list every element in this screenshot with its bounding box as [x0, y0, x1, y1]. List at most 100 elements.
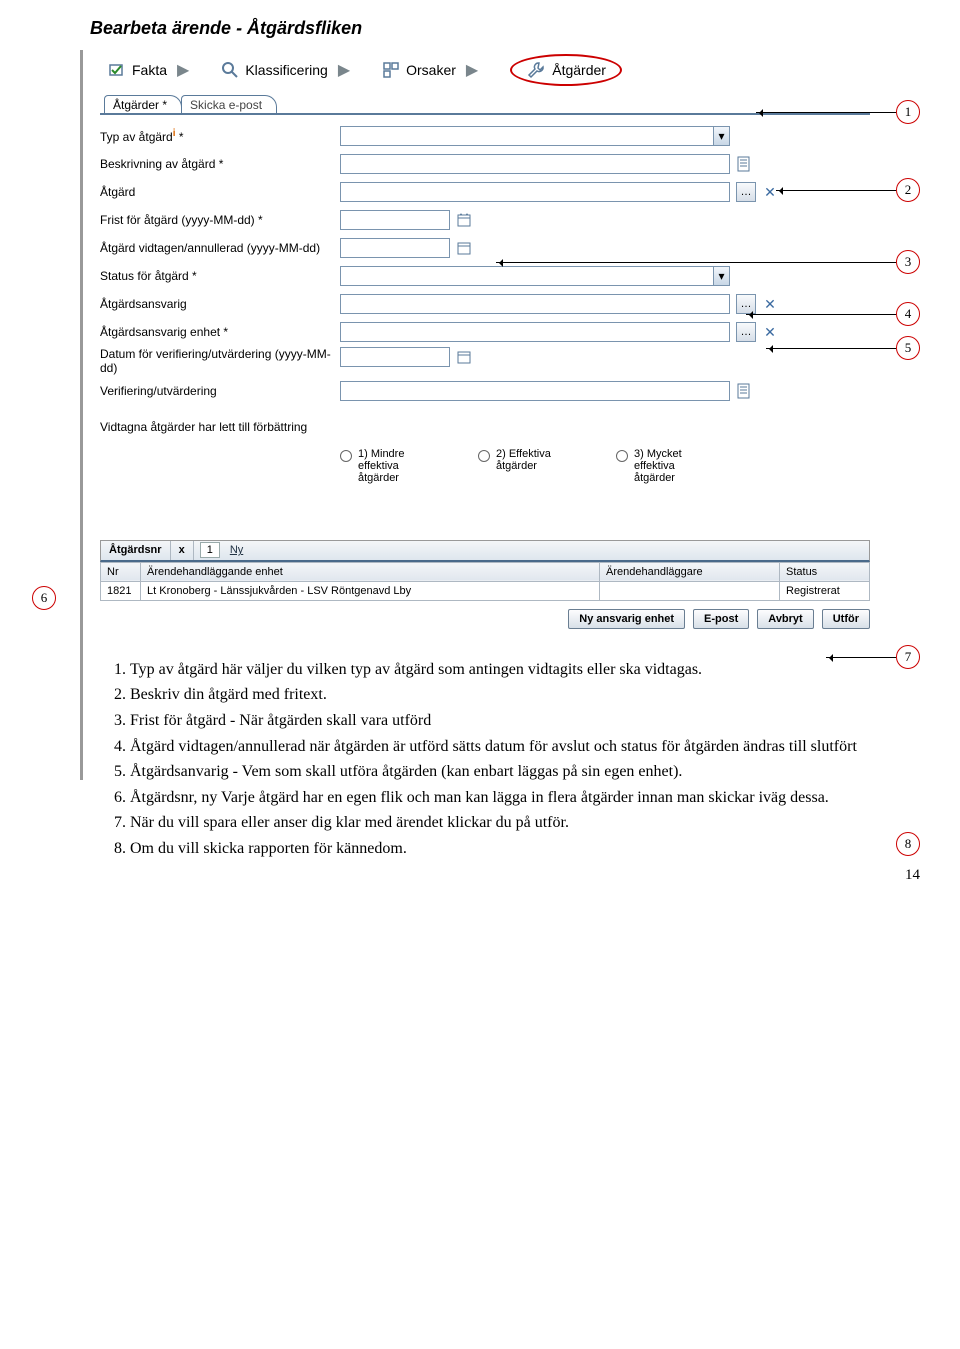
chevron-right-icon: ▶: [338, 60, 350, 80]
th-enhet[interactable]: Ärendehandläggande enhet: [141, 562, 600, 581]
note-icon[interactable]: [736, 383, 752, 399]
instruction-8: Om du vill skicka rapporten för kännedom…: [130, 838, 924, 860]
instruction-4: Åtgärd vidtagen/annullerad när åtgärden …: [130, 736, 924, 758]
label-typ: Typ av åtgärdi *: [100, 128, 340, 144]
ansvarig-input[interactable]: [340, 294, 730, 314]
td-status: Registrerat: [780, 581, 870, 600]
subtab-atgarder[interactable]: Åtgärder *: [104, 95, 182, 113]
screenshot-area: Fakta ▶ Klassificering ▶ Orsaker ▶ Åtgär…: [100, 49, 870, 629]
tab-orsaker[interactable]: Orsaker ▶: [382, 60, 482, 80]
arrow-4: [746, 314, 896, 315]
tab-orsaker-label: Orsaker: [406, 62, 456, 78]
ny-link[interactable]: Ny: [230, 544, 243, 556]
tab-atgarder-label: Åtgärder: [552, 62, 606, 78]
top-tab-row: Fakta ▶ Klassificering ▶ Orsaker ▶ Åtgär…: [100, 49, 870, 91]
radio-3[interactable]: 3) Mycket effektiva åtgärder: [616, 448, 704, 484]
calendar-icon[interactable]: [456, 212, 472, 228]
left-border: [80, 50, 83, 780]
close-tab-button[interactable]: x: [171, 541, 194, 560]
chevron-down-icon: ▾: [713, 127, 729, 145]
atgardsnr-bar: Åtgärdsnr x 1 Ny: [100, 540, 870, 562]
td-enhet: Lt Kronoberg - Länssjukvården - LSV Rönt…: [141, 581, 600, 600]
page-number: 14: [905, 867, 920, 884]
label-status: Status för åtgärd *: [100, 269, 340, 283]
utfor-button[interactable]: Utför: [822, 609, 870, 629]
td-nr: 1821: [101, 581, 141, 600]
avbryt-button[interactable]: Avbryt: [757, 609, 813, 629]
case-table: Nr Ärendehandläggande enhet Ärendehandlä…: [100, 562, 870, 601]
radio-1[interactable]: 1) Mindre effektiva åtgärder: [340, 448, 428, 484]
atgard-input[interactable]: [340, 182, 730, 202]
instruction-1: Typ av åtgärd här väljer du vilken typ a…: [130, 659, 924, 681]
radio-icon: [616, 450, 628, 462]
note-icon[interactable]: [736, 156, 752, 172]
browse-button[interactable]: …: [736, 322, 756, 342]
calendar-icon[interactable]: [456, 349, 472, 365]
instructions: Typ av åtgärd här väljer du vilken typ a…: [80, 659, 924, 860]
chevron-right-icon: ▶: [177, 60, 189, 80]
arrow-5: [766, 348, 896, 349]
label-frist: Frist för åtgärd (yyyy-MM-dd) *: [100, 213, 340, 227]
clear-icon[interactable]: ✕: [762, 324, 778, 340]
callout-5: 5: [896, 336, 920, 360]
instruction-2: Beskriv din åtgärd med fritext.: [130, 684, 924, 706]
instruction-5: Åtgärdsanvarig - Vem som skall utföra åt…: [130, 761, 924, 783]
subtab-skicka[interactable]: Skicka e-post: [181, 95, 277, 113]
page-title: Bearbeta ärende - Åtgärdsfliken: [90, 18, 924, 39]
radio-1-label: 1) Mindre effektiva åtgärder: [358, 448, 428, 484]
label-vidtagen: Åtgärd vidtagen/annullerad (yyyy-MM-dd): [100, 241, 340, 255]
chevron-down-icon: ▾: [713, 267, 729, 285]
ansvarig-enhet-input[interactable]: [340, 322, 730, 342]
datum-verif-input[interactable]: [340, 347, 450, 367]
wrench-icon: [526, 60, 546, 80]
label-beskrivning: Beskrivning av åtgärd *: [100, 157, 340, 171]
callout-3: 3: [896, 250, 920, 274]
callout-2: 2: [896, 178, 920, 202]
th-handlaggare[interactable]: Ärendehandläggare: [600, 562, 780, 581]
th-status[interactable]: Status: [780, 562, 870, 581]
atgardsnr-label: Åtgärdsnr: [101, 541, 171, 560]
label-vidtagna: Vidtagna åtgärder har lett till förbättr…: [100, 420, 340, 434]
tab-klassificering[interactable]: Klassificering ▶: [221, 60, 354, 80]
arrow-2: [776, 190, 896, 191]
th-nr[interactable]: Nr: [101, 562, 141, 581]
vidtagen-input[interactable]: [340, 238, 450, 258]
callout-4: 4: [896, 302, 920, 326]
typ-select[interactable]: ▾: [340, 126, 730, 146]
tab-klass-label: Klassificering: [245, 62, 327, 78]
check-icon: [108, 61, 126, 79]
tab-fakta[interactable]: Fakta ▶: [108, 60, 193, 80]
radio-2-label: 2) Effektiva åtgärder: [496, 448, 566, 472]
ny-ansvarig-button[interactable]: Ny ansvarig enhet: [568, 609, 685, 629]
callout-7: 7: [896, 645, 920, 669]
beskrivning-input[interactable]: [340, 154, 730, 174]
radio-3-label: 3) Mycket effektiva åtgärder: [634, 448, 704, 484]
chevron-right-icon: ▶: [466, 60, 478, 80]
callout-8: 8: [896, 832, 920, 856]
tab-fakta-label: Fakta: [132, 62, 167, 78]
radio-2[interactable]: 2) Effektiva åtgärder: [478, 448, 566, 484]
label-ansvarig-enhet: Åtgärdsansvarig enhet *: [100, 325, 340, 339]
status-select[interactable]: ▾: [340, 266, 730, 286]
label-datum-verif: Datum för verifiering/utvärdering (yyyy-…: [100, 347, 340, 376]
tab-atgarder[interactable]: Åtgärder: [510, 54, 622, 86]
radio-icon: [478, 450, 490, 462]
instruction-7: När du vill spara eller anser dig klar m…: [130, 812, 924, 834]
clear-icon[interactable]: ✕: [762, 296, 778, 312]
label-verif: Verifiering/utvärdering: [100, 384, 340, 398]
epost-button[interactable]: E-post: [693, 609, 749, 629]
squares-icon: [382, 61, 400, 79]
magnifier-icon: [221, 61, 239, 79]
calendar-icon[interactable]: [456, 240, 472, 256]
td-handlaggare: [600, 581, 780, 600]
verif-input[interactable]: [340, 381, 730, 401]
frist-input[interactable]: [340, 210, 450, 230]
browse-button[interactable]: …: [736, 182, 756, 202]
table-header-row: Nr Ärendehandläggande enhet Ärendehandlä…: [101, 562, 870, 581]
table-row[interactable]: 1821 Lt Kronoberg - Länssjukvården - LSV…: [101, 581, 870, 600]
radio-row: 1) Mindre effektiva åtgärder 2) Effektiv…: [100, 442, 870, 484]
atgardsnr-value[interactable]: 1: [200, 542, 220, 558]
callout-6: 6: [32, 586, 56, 610]
arrow-7: [826, 657, 896, 658]
label-atgard: Åtgärd: [100, 185, 340, 199]
